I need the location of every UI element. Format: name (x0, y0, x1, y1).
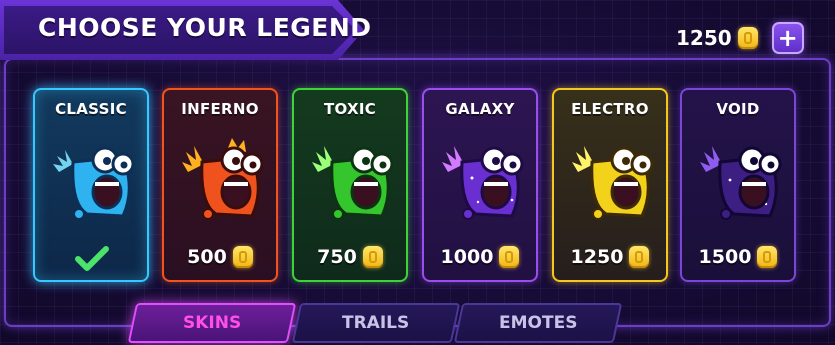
skin-card-toxic[interactable]: TOXIC 750 (292, 88, 408, 282)
coin-icon (232, 246, 253, 268)
skin-name: CLASSIC (55, 100, 127, 118)
page-title: CHOOSE YOUR LEGEND (38, 13, 372, 42)
currency-display: 1250 + (676, 22, 804, 54)
price-value: 500 (187, 246, 227, 268)
skin-name: TOXIC (323, 100, 377, 118)
price-value: 1250 (570, 246, 624, 268)
coin-icon (757, 246, 778, 268)
skin-card-electro[interactable]: ELECTRO 1250 (552, 88, 668, 282)
tab-emotes[interactable]: EMOTES (453, 303, 623, 343)
currency-amount: 1250 (676, 26, 732, 50)
inferno-character-icon (182, 138, 264, 220)
tab-trails[interactable]: TRAILS (291, 303, 461, 343)
skin-card-classic[interactable]: CLASSIC (33, 88, 149, 282)
coin-icon (629, 246, 650, 268)
price-tag: 750 (294, 246, 406, 268)
tab-label: TRAILS (342, 313, 410, 333)
owned-check-icon (75, 246, 109, 271)
skin-name: ELECTRO (571, 100, 649, 118)
skin-card-inferno[interactable]: INFERNO 500 (162, 88, 278, 282)
skin-card-void[interactable]: VOID 1500 (680, 88, 796, 282)
galaxy-character-icon (442, 146, 524, 220)
price-tag: 500 (164, 246, 276, 268)
tab-label: EMOTES (498, 313, 578, 333)
void-character-icon (700, 146, 782, 220)
coin-icon (499, 246, 520, 268)
price-value: 1000 (440, 246, 494, 268)
classic-character-icon (53, 146, 135, 220)
tab-label: SKINS (182, 313, 242, 333)
skin-card-galaxy[interactable]: GALAXY 1000 (422, 88, 538, 282)
coin-icon (737, 27, 758, 49)
price-value: 1500 (698, 246, 752, 268)
add-currency-button[interactable]: + (771, 22, 804, 54)
toxic-character-icon (312, 146, 394, 220)
skin-name: VOID (716, 100, 760, 118)
price-tag: 1000 (424, 246, 536, 268)
price-value: 750 (317, 246, 357, 268)
coin-icon (362, 246, 383, 268)
skin-name: INFERNO (181, 100, 259, 118)
electro-character-icon (572, 146, 654, 220)
skin-selection-screen: CHOOSE YOUR LEGEND 1250 + CLASSIC INFERN… (0, 0, 835, 345)
skin-name: GALAXY (445, 100, 515, 118)
price-tag: 1250 (554, 246, 666, 268)
tab-skins[interactable]: SKINS (127, 303, 297, 343)
price-tag: 1500 (682, 246, 794, 268)
